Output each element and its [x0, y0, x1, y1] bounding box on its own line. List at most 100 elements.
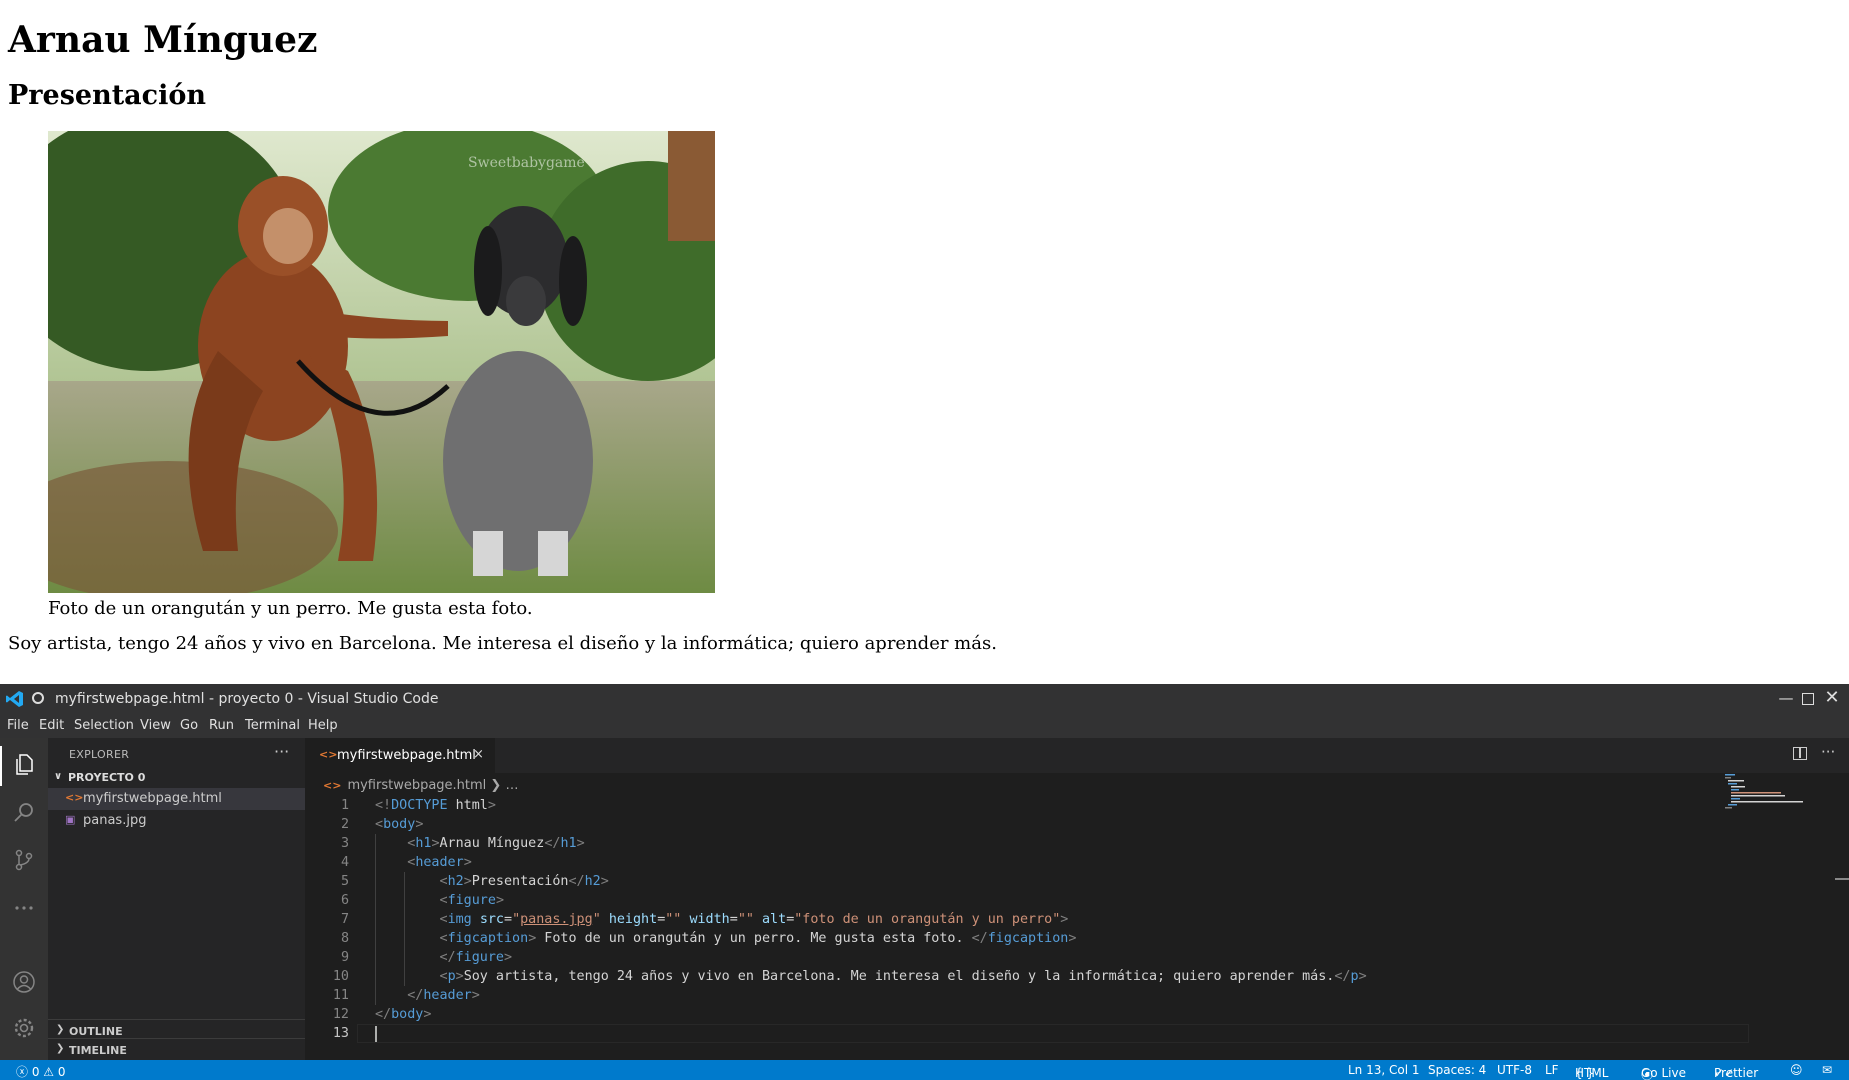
- photo-illustration: Sweetbabygame: [48, 131, 715, 593]
- text-cursor: [375, 1026, 377, 1042]
- activity-bar: [0, 738, 48, 1060]
- feedback-icon[interactable]: ☺: [1790, 1063, 1803, 1077]
- line-number: 4: [340, 855, 349, 870]
- tab-myfirstwebpage[interactable]: <> myfirstwebpage.html ×: [305, 738, 495, 773]
- problems-status[interactable]: ⓧ 0 ⚠ 0: [16, 1063, 66, 1080]
- code-line[interactable]: 11 </header>: [305, 986, 1705, 1005]
- file-label: panas.jpg: [83, 813, 147, 828]
- code-text: </header>: [407, 988, 480, 1003]
- code-text: <h2>Presentación</h2>: [439, 874, 609, 889]
- account-icon[interactable]: [12, 970, 36, 994]
- pin-icon[interactable]: [32, 692, 44, 704]
- explorer-file-myfirstwebpage[interactable]: <> myfirstwebpage.html: [48, 788, 305, 810]
- gear-icon[interactable]: [12, 1016, 36, 1040]
- active-indicator: [0, 746, 2, 786]
- project-folder[interactable]: ∨ PROYECTO 0: [48, 768, 305, 788]
- code-line[interactable]: 8 <figcaption> Foto de un orangután y un…: [305, 929, 1705, 948]
- menu-help[interactable]: Help: [308, 718, 338, 733]
- vscode-logo-icon: [6, 691, 23, 707]
- code-line[interactable]: 4 <header>: [305, 853, 1705, 872]
- intro-paragraph: Soy artista, tengo 24 años y vivo en Bar…: [8, 633, 997, 654]
- page-heading: Arnau Mínguez: [8, 19, 318, 61]
- figure-caption: Foto de un orangután y un perro. Me gust…: [48, 598, 533, 619]
- line-number: 9: [340, 950, 349, 965]
- maximize-icon[interactable]: [1802, 693, 1814, 705]
- indentation[interactable]: Spaces: 4: [1428, 1063, 1486, 1077]
- code-line[interactable]: 7 <img src="panas.jpg" height="" width="…: [305, 910, 1705, 929]
- menu-edit[interactable]: Edit: [39, 718, 64, 733]
- code-line[interactable]: 5 <h2>Presentación</h2>: [305, 872, 1705, 891]
- menu-terminal[interactable]: Terminal: [245, 718, 300, 733]
- close-icon[interactable]: ✕: [1824, 689, 1840, 707]
- close-tab-icon[interactable]: ×: [473, 747, 484, 762]
- notifications-icon[interactable]: ✉: [1822, 1063, 1832, 1077]
- menu-go[interactable]: Go: [180, 718, 198, 733]
- explorer-more-icon[interactable]: ···: [274, 742, 289, 761]
- split-editor-icon[interactable]: [1793, 747, 1807, 760]
- code-line[interactable]: 9 </figure>: [305, 948, 1705, 967]
- image-file-icon: ▣: [65, 813, 76, 826]
- code-line[interactable]: 1 <!DOCTYPE html>: [305, 796, 1705, 815]
- code-line[interactable]: 10 <p>Soy artista, tengo 24 años y vivo …: [305, 967, 1705, 986]
- explorer-file-panas[interactable]: ▣ panas.jpg: [48, 810, 305, 832]
- code-text: <h1>Arnau Mínguez</h1>: [407, 836, 585, 851]
- go-live-label: Go Live: [1641, 1066, 1686, 1080]
- line-number: 5: [340, 874, 349, 889]
- encoding[interactable]: UTF-8: [1497, 1063, 1532, 1077]
- outline-label: OUTLINE: [69, 1025, 123, 1038]
- error-count: 0: [31, 1065, 40, 1079]
- line-number: 7: [340, 912, 349, 927]
- indent-guide: [404, 872, 405, 986]
- search-icon[interactable]: [12, 800, 36, 824]
- minimize-icon[interactable]: —: [1778, 690, 1794, 706]
- code-text: <figure>: [439, 893, 505, 908]
- line-number: 1: [340, 798, 349, 813]
- rendered-webpage: Arnau Mínguez Presentación Sweetbabygame…: [0, 0, 1849, 684]
- source-control-icon[interactable]: [12, 848, 36, 872]
- language-label: HTML: [1575, 1066, 1609, 1080]
- code-line[interactable]: 2 <body>: [305, 815, 1705, 834]
- chevron-right-icon: ❯: [56, 1043, 65, 1054]
- line-number: 13: [332, 1026, 349, 1041]
- code-line[interactable]: 12 </body>: [305, 1005, 1705, 1024]
- code-text: <img src="panas.jpg" height="" width="" …: [439, 912, 1069, 927]
- current-line-highlight: [357, 1024, 1749, 1043]
- menu-view[interactable]: View: [140, 718, 171, 733]
- code-text: <body>: [375, 817, 424, 832]
- code-line[interactable]: 13: [305, 1024, 1749, 1043]
- more-icon[interactable]: [12, 896, 36, 920]
- line-number: 3: [340, 836, 349, 851]
- line-ending[interactable]: LF: [1545, 1063, 1559, 1077]
- code-text: <header>: [407, 855, 472, 870]
- line-number: 2: [340, 817, 349, 832]
- breadcrumb[interactable]: <> myfirstwebpage.html ❯ …: [323, 778, 518, 793]
- menu-selection[interactable]: Selection: [74, 718, 134, 733]
- breadcrumb-file[interactable]: myfirstwebpage.html: [347, 778, 486, 793]
- menu-file[interactable]: File: [7, 718, 29, 733]
- minimap[interactable]: [1723, 774, 1803, 814]
- orangutan-dog-photo: Sweetbabygame: [48, 131, 715, 593]
- line-number: 6: [340, 893, 349, 908]
- code-text: <figcaption> Foto de un orangután y un p…: [439, 931, 1077, 946]
- window-title: myfirstwebpage.html - proyecto 0 - Visua…: [55, 691, 439, 707]
- line-number: 12: [332, 1007, 349, 1022]
- line-number: 8: [340, 931, 349, 946]
- scrollbar-cursor-marker[interactable]: [1835, 878, 1849, 880]
- cursor-position[interactable]: Ln 13, Col 1: [1348, 1063, 1420, 1077]
- files-icon[interactable]: [12, 752, 36, 776]
- code-line[interactable]: 6 <figure>: [305, 891, 1705, 910]
- explorer-title: EXPLORER: [69, 748, 130, 761]
- warning-count: 0: [57, 1065, 66, 1079]
- line-number: 10: [332, 969, 349, 984]
- menu-run[interactable]: Run: [209, 718, 234, 733]
- timeline-panel-header[interactable]: ❯ TIMELINE: [48, 1038, 305, 1061]
- photo-watermark: Sweetbabygame: [468, 155, 585, 171]
- code-text: </body>: [375, 1007, 432, 1022]
- code-text: <p>Soy artista, tengo 24 años y vivo en …: [439, 969, 1367, 984]
- html-file-icon: <>: [65, 791, 84, 804]
- code-line[interactable]: 3 <h1>Arnau Mínguez</h1>: [305, 834, 1705, 853]
- breadcrumb-rest[interactable]: …: [505, 778, 518, 793]
- code-text: <!DOCTYPE html>: [375, 798, 496, 813]
- editor-more-icon[interactable]: ···: [1821, 743, 1835, 761]
- editor-area: <> myfirstwebpage.html × ··· <> myfirstwe…: [305, 738, 1849, 1060]
